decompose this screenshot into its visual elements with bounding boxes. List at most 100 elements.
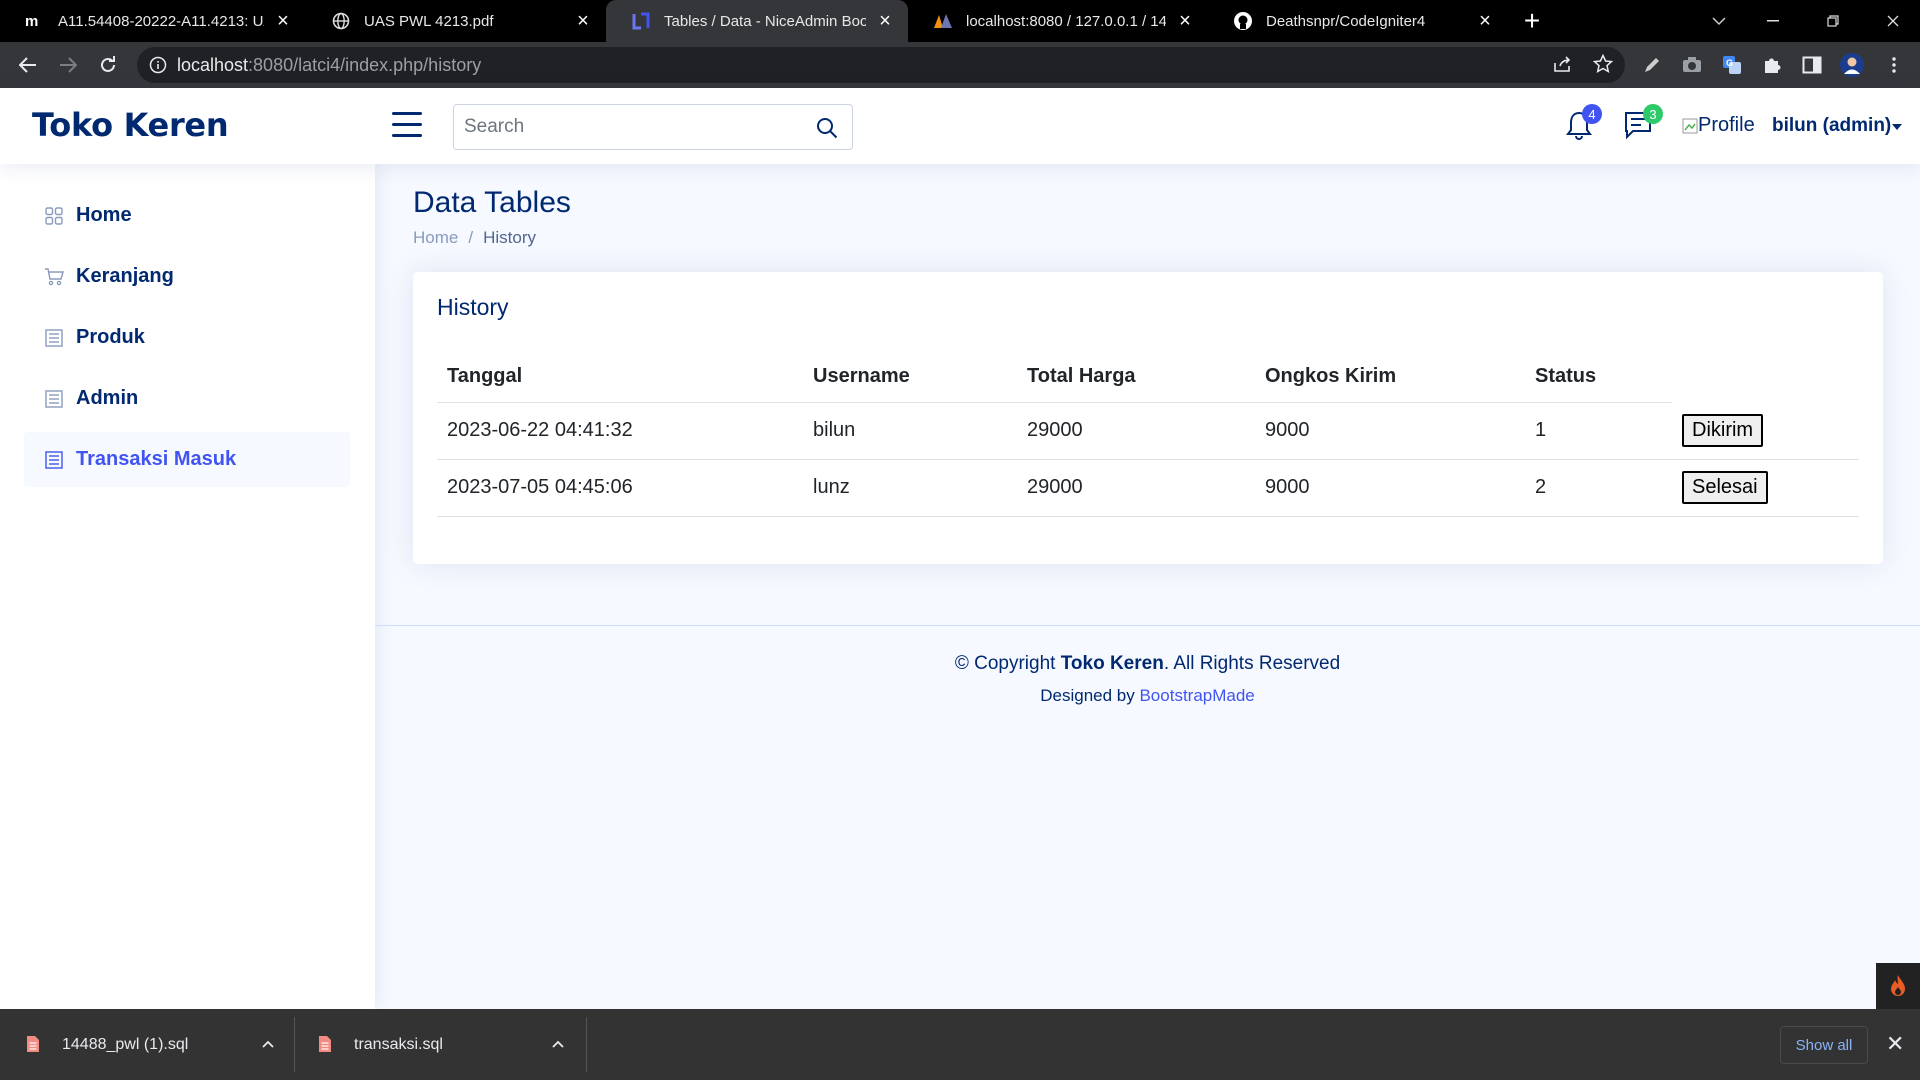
toggle-sidebar-icon[interactable] <box>392 112 422 138</box>
browser-tab-strip: m A11.54408-20222-A11.4213: UAS × UAS PW… <box>0 0 1920 42</box>
browser-menu-icon[interactable] <box>1878 49 1910 81</box>
flame-icon[interactable] <box>1876 963 1920 1009</box>
table-row: 2023-06-22 04:41:32 bilun 29000 9000 1 D… <box>437 402 1859 460</box>
cell-ongkos-kirim: 9000 <box>1255 459 1525 517</box>
globe-icon <box>330 10 352 32</box>
cell-total-harga: 29000 <box>1017 402 1255 460</box>
minimize-icon[interactable] <box>1750 0 1796 42</box>
sidebar-item-keranjang[interactable]: Keranjang <box>24 249 350 304</box>
phpmyadmin-icon <box>932 10 954 32</box>
column-header: Ongkos Kirim <box>1255 352 1525 403</box>
broken-image-icon <box>1682 118 1698 133</box>
download-separator <box>294 1017 295 1072</box>
page-title: Data Tables <box>413 186 571 219</box>
forward-icon[interactable] <box>52 49 84 81</box>
browser-tab[interactable]: Deathsnpr/CodeIgniter4 × <box>1208 0 1508 42</box>
search-input[interactable] <box>464 107 804 147</box>
table-row: 2023-07-05 04:45:06 lunz 29000 9000 2 Se… <box>437 459 1859 517</box>
bootstrapmade-link[interactable]: BootstrapMade <box>1139 686 1254 705</box>
profile-name[interactable]: bilun (admin) <box>1772 115 1891 137</box>
side-panel-icon[interactable] <box>1796 49 1828 81</box>
download-separator <box>586 1017 587 1072</box>
tab-title: localhost:8080 / 127.0.0.1 / 1448 <box>966 12 1166 30</box>
github-icon <box>1232 10 1254 32</box>
sidebar-item-produk[interactable]: Produk <box>24 310 350 365</box>
column-header: Tanggal <box>437 352 803 403</box>
selesai-button[interactable]: Selesai <box>1682 471 1768 504</box>
close-window-icon[interactable] <box>1870 0 1916 42</box>
site-info-icon[interactable] <box>149 56 167 79</box>
breadcrumb-home-link[interactable]: Home <box>413 228 458 248</box>
tab-search-chevron-icon[interactable] <box>1696 0 1742 42</box>
download-filename: 14488_pwl (1).sql <box>62 1035 189 1053</box>
column-header-action <box>1672 352 1859 402</box>
download-item[interactable]: transaksi.sql <box>318 1009 564 1080</box>
grid-icon <box>44 206 64 226</box>
bookmark-star-icon[interactable] <box>1592 53 1614 79</box>
extensions-puzzle-icon[interactable] <box>1756 49 1788 81</box>
history-table: Tanggal Username Total Harga Ongkos Kiri… <box>437 352 1859 517</box>
tab-title: A11.54408-20222-A11.4213: UAS <box>58 12 264 30</box>
browser-tab[interactable]: m A11.54408-20222-A11.4213: UAS × <box>0 0 306 42</box>
user-avatar-icon[interactable] <box>1836 49 1868 81</box>
sidebar-item-label: Home <box>76 204 132 226</box>
browser-tab-active[interactable]: Tables / Data - NiceAdmin Bootst × <box>606 0 908 42</box>
close-tab-icon[interactable]: × <box>274 10 292 33</box>
breadcrumb: Home / History <box>413 228 536 248</box>
svg-text:m: m <box>25 14 38 28</box>
browser-tab[interactable]: localhost:8080 / 127.0.0.1 / 1448 × <box>908 0 1208 42</box>
restore-icon[interactable] <box>1810 0 1856 42</box>
camera-extension-icon[interactable] <box>1676 49 1708 81</box>
file-icon <box>26 1035 42 1055</box>
svg-text:G: G <box>1726 58 1733 68</box>
receipt-icon <box>44 328 64 348</box>
app-logo[interactable]: Toko Keren <box>32 106 229 144</box>
history-card: History Tanggal Username Total Harga Ong… <box>413 272 1883 564</box>
bell-icon <box>1566 111 1592 144</box>
search-icon[interactable] <box>816 117 838 144</box>
column-header: Status <box>1525 352 1672 403</box>
close-tab-icon[interactable]: × <box>876 10 894 33</box>
column-header: Total Harga <box>1017 352 1255 403</box>
url-text: localhost:8080/latci4/index.php/history <box>177 54 482 75</box>
sidebar-item-label: Keranjang <box>76 265 174 287</box>
new-tab-button[interactable]: + <box>1516 0 1548 42</box>
sidebar-item-transaksi-masuk[interactable]: Transaksi Masuk <box>24 432 350 487</box>
tab-title: UAS PWL 4213.pdf <box>364 12 494 30</box>
pen-extension-icon[interactable] <box>1636 49 1668 81</box>
browser-tab[interactable]: UAS PWL 4213.pdf × <box>306 0 606 42</box>
download-item[interactable]: 14488_pwl (1).sql <box>26 1009 274 1080</box>
messages-button[interactable]: 3 <box>1623 104 1663 145</box>
caret-down-icon[interactable] <box>1892 124 1902 130</box>
dikirim-button[interactable]: Dikirim <box>1682 413 1764 447</box>
footer-divider <box>375 625 1920 626</box>
file-icon <box>318 1035 334 1055</box>
app-header: Toko Keren 4 3 Profile bilun (admin) <box>0 88 1920 164</box>
sidebar-item-admin[interactable]: Admin <box>24 371 350 426</box>
message-count-badge: 3 <box>1643 104 1663 124</box>
table-header-row: Tanggal Username Total Harga Ongkos Kiri… <box>437 352 1859 403</box>
sidebar-item-home[interactable]: Home <box>24 188 350 243</box>
close-tab-icon[interactable]: × <box>1176 10 1194 33</box>
notifications-button[interactable]: 4 <box>1566 104 1602 145</box>
close-tab-icon[interactable]: × <box>574 10 592 33</box>
translate-extension-icon[interactable]: G <box>1716 49 1748 81</box>
show-all-downloads-button[interactable]: Show all <box>1780 1026 1868 1064</box>
download-shelf: 14488_pwl (1).sql transaksi.sql Show all… <box>0 1009 1920 1080</box>
sidebar: Home Keranjang Produk Admin Transaksi Ma… <box>0 164 375 1009</box>
cell-total-harga: 29000 <box>1017 459 1255 517</box>
close-download-shelf-icon[interactable]: ✕ <box>1886 1031 1904 1057</box>
niceadmin-logo-icon <box>630 10 652 32</box>
chevron-up-icon[interactable] <box>262 1035 274 1053</box>
address-bar[interactable]: localhost:8080/latci4/index.php/history <box>137 47 1625 83</box>
close-tab-icon[interactable]: × <box>1476 10 1494 33</box>
share-icon[interactable] <box>1553 55 1573 78</box>
profile-image-placeholder[interactable]: Profile <box>1682 114 1755 137</box>
back-icon[interactable] <box>12 49 44 81</box>
chat-icon <box>1623 112 1653 144</box>
cell-ongkos-kirim: 9000 <box>1255 402 1525 460</box>
notification-count-badge: 4 <box>1582 104 1602 124</box>
reload-icon[interactable] <box>92 49 124 81</box>
chevron-up-icon[interactable] <box>552 1035 564 1053</box>
footer-copyright: © Copyright Toko Keren. All Rights Reser… <box>954 653 1341 674</box>
